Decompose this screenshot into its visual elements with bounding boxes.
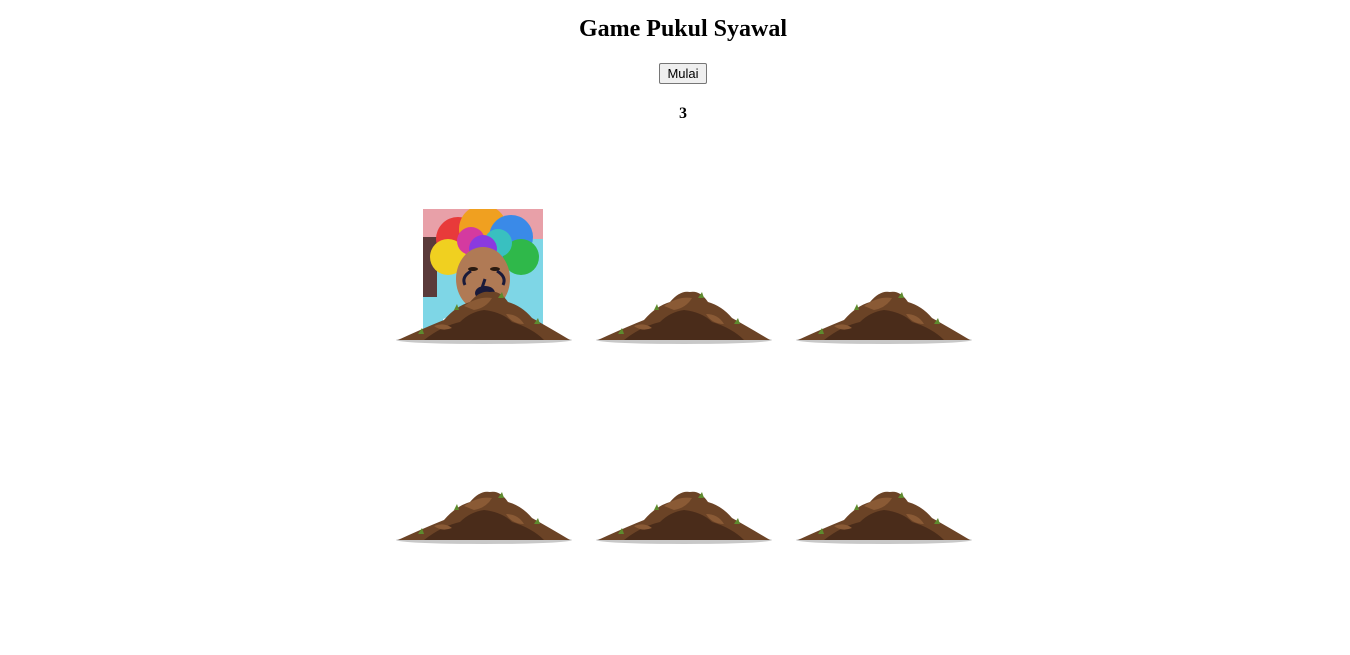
game-title: Game Pukul Syawal: [578, 16, 788, 42]
hole-4[interactable]: [394, 344, 594, 544]
hole-1[interactable]: [394, 144, 594, 344]
hole-6[interactable]: [794, 344, 994, 544]
score-counter: 3: [679, 105, 687, 122]
syawal-face-icon[interactable]: [423, 209, 543, 329]
hole-5[interactable]: [594, 344, 794, 544]
dirt-mound-icon: [794, 484, 974, 544]
hole-2[interactable]: [594, 144, 794, 344]
dirt-mound-icon: [594, 484, 774, 544]
start-button[interactable]: Mulai: [659, 63, 707, 84]
hole-3[interactable]: [794, 144, 994, 344]
dirt-mound-icon: [394, 484, 574, 544]
dirt-mound-icon: [594, 284, 774, 344]
dirt-mound-icon: [794, 284, 974, 344]
